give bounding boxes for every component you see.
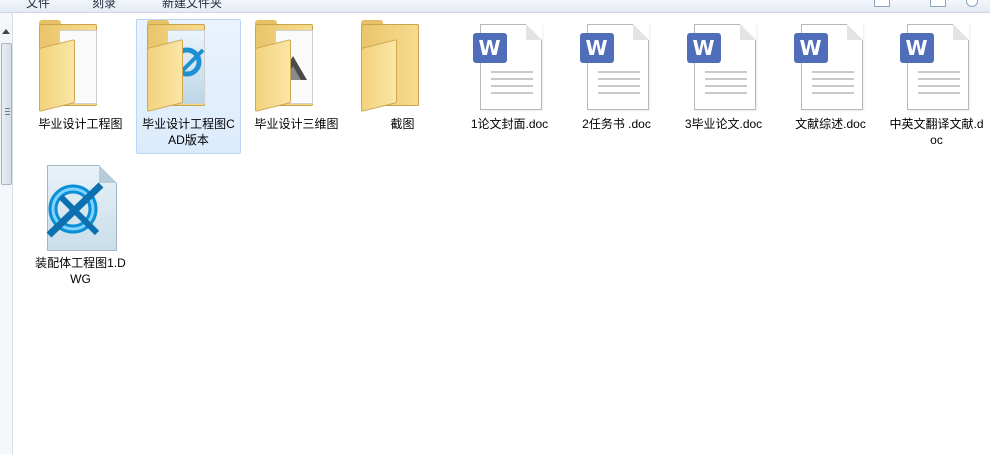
file-name: 文献综述.doc xyxy=(795,117,866,131)
file-name: 毕业设计工程图 xyxy=(38,117,123,131)
folder-icon xyxy=(249,20,345,116)
wps-w-icon: W xyxy=(686,33,721,63)
menu-burn[interactable]: 刻录 xyxy=(92,0,116,11)
help-icon[interactable] xyxy=(966,0,978,7)
file-name: 截图 xyxy=(390,117,415,131)
word-doc-icon: W xyxy=(569,20,665,116)
file-item-doc[interactable]: W 文献综述.doc xyxy=(778,19,883,133)
file-item-folder[interactable]: 截图 xyxy=(350,19,455,133)
autocad-dwg-icon xyxy=(33,159,129,255)
view-options-icon[interactable] xyxy=(874,0,890,7)
wps-w-icon: W xyxy=(579,33,614,63)
preview-pane-icon[interactable] xyxy=(930,0,946,7)
autocad-logo-icon xyxy=(46,182,103,238)
file-name: 毕业设计三维图 xyxy=(254,117,339,131)
folder-icon xyxy=(33,20,129,116)
word-doc-icon: W xyxy=(783,20,879,116)
file-name: 装配体工程图1.DWG xyxy=(35,256,126,286)
file-name: 3毕业论文.doc xyxy=(684,117,763,131)
scrollbar-thumb[interactable] xyxy=(1,43,12,185)
new-folder-button[interactable]: 新建文件夹 xyxy=(162,0,222,11)
command-bar: 文件 刻录 新建文件夹 xyxy=(0,0,990,13)
file-item-folder-selected[interactable]: 毕业设计工程图CAD版本 xyxy=(136,19,241,154)
file-item-doc[interactable]: W 3毕业论文.doc xyxy=(671,19,776,133)
wps-w-icon: W xyxy=(793,33,828,63)
file-item-doc[interactable]: W 2任务书 .doc xyxy=(564,19,669,133)
wps-w-icon: W xyxy=(472,33,507,63)
file-item-folder[interactable]: 毕业设计三维图 xyxy=(244,19,349,133)
file-name: 毕业设计工程图CAD版本 xyxy=(142,117,235,147)
file-name: 中英文翻译文献.doc xyxy=(889,117,984,147)
scroll-up-arrow-icon[interactable] xyxy=(2,29,10,34)
navigation-pane-scrollbar[interactable] xyxy=(0,13,13,454)
wps-w-icon: W xyxy=(899,33,934,63)
file-name: 1论文封面.doc xyxy=(470,117,549,131)
word-doc-icon: W xyxy=(889,20,985,116)
file-item-folder[interactable]: 毕业设计工程图 xyxy=(28,19,133,133)
word-doc-icon: W xyxy=(462,20,558,116)
file-item-doc[interactable]: W 中英文翻译文献.doc xyxy=(884,19,989,149)
file-item-doc[interactable]: W 1论文封面.doc xyxy=(457,19,562,133)
folder-icon xyxy=(355,20,451,116)
file-name: 2任务书 .doc xyxy=(582,117,651,131)
word-doc-icon: W xyxy=(676,20,772,116)
file-item-dwg[interactable]: 装配体工程图1.DWG xyxy=(28,158,133,288)
folder-icon xyxy=(141,20,237,116)
menu-file[interactable]: 文件 xyxy=(26,0,50,11)
